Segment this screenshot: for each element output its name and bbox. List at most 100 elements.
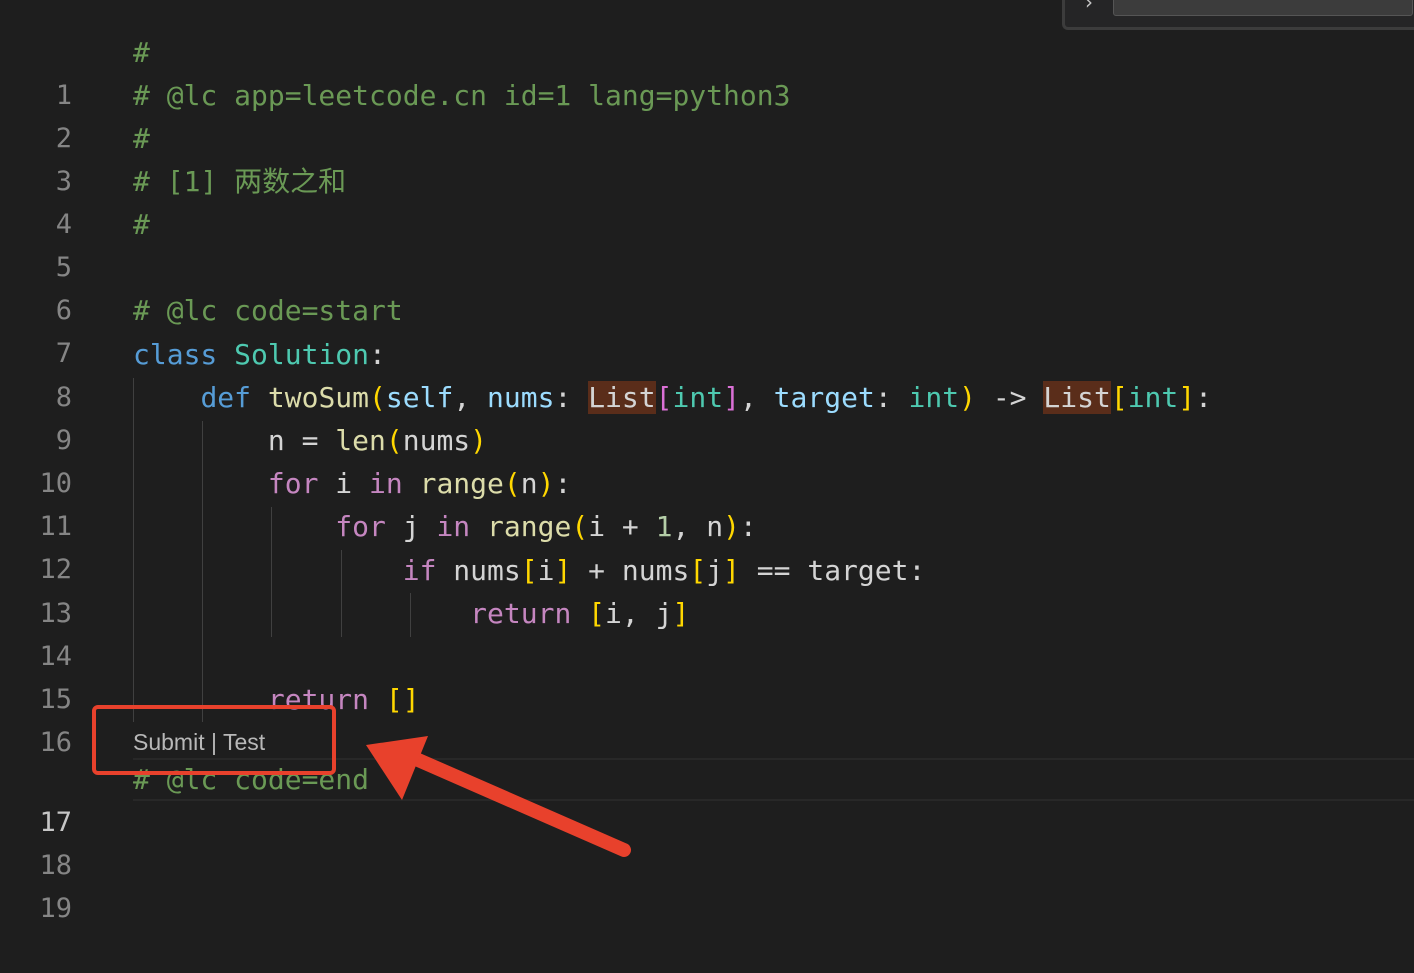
operator: + bbox=[621, 510, 639, 543]
variable: nums bbox=[453, 554, 521, 587]
bracket: ( bbox=[369, 381, 386, 414]
punctuation: : bbox=[1195, 381, 1212, 414]
find-input[interactable] bbox=[1113, 0, 1413, 16]
variable: j bbox=[655, 597, 673, 630]
code-line[interactable]: 1 # bbox=[0, 31, 1414, 111]
number: 1 bbox=[655, 510, 673, 543]
punctuation: : bbox=[908, 554, 926, 587]
comment: # bbox=[133, 208, 150, 241]
code-line[interactable]: 6 bbox=[0, 246, 1414, 326]
type-name-highlighted: List bbox=[1043, 381, 1111, 414]
comment: # @lc app=leetcode.cn id=1 lang=python3 bbox=[133, 79, 791, 112]
bracket: [ bbox=[1110, 381, 1128, 414]
keyword: class bbox=[133, 338, 218, 371]
bracket: ] bbox=[402, 683, 420, 716]
comment: # [1] 两数之和 bbox=[133, 165, 347, 198]
operator: = bbox=[301, 424, 319, 457]
keyword: in bbox=[436, 510, 471, 543]
variable: j bbox=[402, 510, 420, 543]
comment: # @lc code=start bbox=[133, 294, 403, 327]
code-line[interactable]: 7 # @lc code=start bbox=[0, 289, 1414, 369]
code-line[interactable]: 10 n = len(nums) bbox=[0, 419, 1414, 499]
type-name: int bbox=[672, 381, 724, 414]
punctuation: : bbox=[554, 381, 572, 414]
bracket: ] bbox=[672, 597, 690, 630]
bracket: [ bbox=[689, 554, 707, 587]
operator: == bbox=[756, 554, 791, 587]
code-editor[interactable]: 1 # 2 # @lc app=leetcode.cn id=1 lang=py… bbox=[0, 0, 1414, 924]
find-widget: › bbox=[1062, 0, 1414, 30]
variable: i bbox=[537, 554, 555, 587]
variable: i bbox=[605, 597, 622, 630]
punctuation: : bbox=[369, 338, 386, 371]
type-name: int bbox=[1127, 381, 1179, 414]
variable: n bbox=[706, 510, 724, 543]
punctuation: , bbox=[621, 597, 639, 630]
keyword: in bbox=[369, 467, 403, 500]
code-line[interactable]: 11 for i in range(n): bbox=[0, 462, 1414, 542]
bracket: ] bbox=[1178, 381, 1196, 414]
punctuation: : bbox=[739, 510, 757, 543]
punctuation: : bbox=[874, 381, 892, 414]
annotation-highlight-box bbox=[92, 705, 336, 775]
punctuation: , bbox=[672, 510, 690, 543]
parameter: self bbox=[385, 381, 454, 414]
bracket: [ bbox=[588, 597, 606, 630]
variable: n bbox=[267, 424, 285, 457]
variable: target bbox=[807, 554, 909, 587]
function-name: twoSum bbox=[267, 381, 370, 414]
code-line[interactable]: 8 class Solution: bbox=[0, 333, 1414, 413]
keyword: return bbox=[470, 597, 572, 630]
code-line[interactable]: 2 # @lc app=leetcode.cn id=1 lang=python… bbox=[0, 74, 1414, 154]
bracket: ( bbox=[571, 510, 589, 543]
variable: nums bbox=[402, 424, 471, 457]
class-name: Solution bbox=[234, 338, 370, 371]
bracket: [ bbox=[655, 381, 673, 414]
punctuation: , bbox=[739, 381, 757, 414]
code-line[interactable]: 15 bbox=[0, 635, 1414, 715]
bracket: ) bbox=[537, 467, 555, 500]
code-line[interactable]: 4 # [1] 两数之和 bbox=[0, 160, 1414, 240]
variable: nums bbox=[621, 554, 690, 587]
operator: -> bbox=[992, 381, 1027, 414]
type-name-highlighted: List bbox=[588, 381, 656, 414]
comment: # bbox=[133, 122, 150, 155]
type-name: int bbox=[908, 381, 960, 414]
bracket: ( bbox=[503, 467, 521, 500]
code-line[interactable]: 14 return [i, j] bbox=[0, 592, 1414, 672]
variable: i bbox=[335, 467, 353, 500]
keyword: if bbox=[402, 554, 437, 587]
parameter: nums bbox=[487, 381, 555, 414]
code-line[interactable]: 3 # bbox=[0, 117, 1414, 197]
bracket: ) bbox=[959, 381, 976, 414]
variable: j bbox=[706, 554, 724, 587]
code-line[interactable]: 18 bbox=[0, 801, 1414, 881]
function-name: range bbox=[419, 467, 504, 500]
variable: n bbox=[520, 467, 538, 500]
keyword: def bbox=[200, 381, 252, 414]
function-name: len bbox=[335, 424, 386, 457]
code-line[interactable]: 5 # bbox=[0, 203, 1414, 283]
keyword: for bbox=[335, 510, 386, 543]
code-line[interactable]: 9 def twoSum(self, nums: List[int], targ… bbox=[0, 376, 1414, 456]
code-line[interactable]: 19 bbox=[0, 844, 1414, 924]
parameter: target bbox=[773, 381, 875, 414]
bracket: ( bbox=[385, 424, 403, 457]
code-line[interactable]: 13 if nums[i] + nums[j] == target: bbox=[0, 549, 1414, 629]
punctuation: : bbox=[554, 467, 572, 500]
chevron-right-icon[interactable]: › bbox=[1085, 0, 1093, 14]
comment: # bbox=[133, 36, 150, 69]
bracket: ] bbox=[723, 554, 740, 587]
operator: + bbox=[588, 554, 606, 587]
code-line[interactable]: 12 for j in range(i + 1, n): bbox=[0, 505, 1414, 585]
line-number: 19 bbox=[39, 893, 72, 924]
bracket: ) bbox=[470, 424, 488, 457]
bracket: [ bbox=[520, 554, 538, 587]
bracket: ] bbox=[554, 554, 572, 587]
punctuation: , bbox=[453, 381, 471, 414]
bracket: [ bbox=[385, 683, 403, 716]
keyword: for bbox=[267, 467, 319, 500]
bracket: ) bbox=[723, 510, 740, 543]
function-name: range bbox=[487, 510, 572, 543]
bracket: ] bbox=[723, 381, 740, 414]
